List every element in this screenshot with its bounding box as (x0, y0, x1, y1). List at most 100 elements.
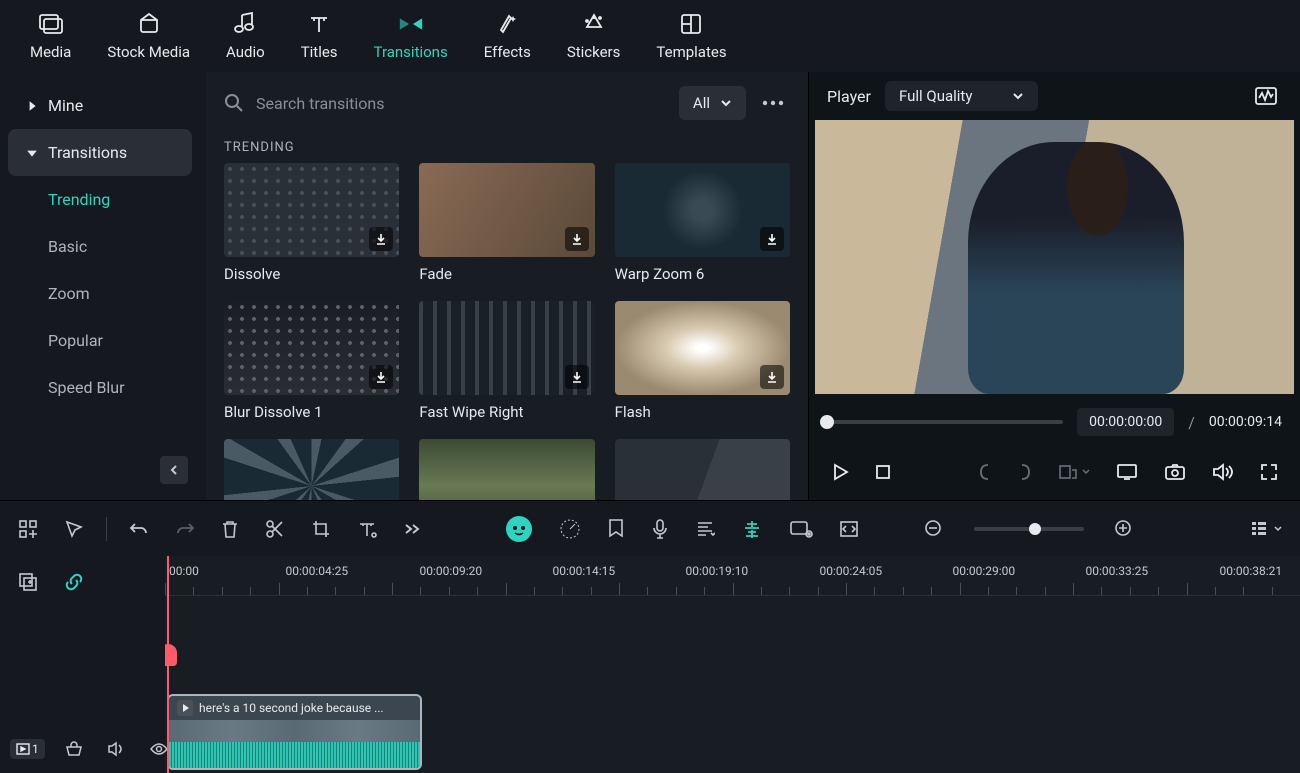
split-button[interactable] (261, 515, 289, 543)
transition-card[interactable]: Warp Zoom 6 (615, 163, 790, 283)
filter-label: All (693, 94, 710, 112)
delete-button[interactable] (217, 515, 243, 543)
mark-in-button[interactable] (974, 458, 996, 486)
crop-button[interactable] (307, 515, 335, 543)
video-track-badge[interactable]: 1 (10, 739, 45, 759)
fit-button[interactable] (835, 516, 863, 542)
ruler-tick: 00:00:04:25 (285, 564, 348, 578)
sidebar-mine[interactable]: Mine (8, 82, 192, 129)
timeline-left-panel: 1 (0, 556, 165, 773)
search-input[interactable] (256, 94, 669, 113)
transition-card[interactable] (615, 439, 790, 500)
link-button[interactable] (60, 568, 88, 596)
video-clip[interactable]: here's a 10 second joke because ... (167, 694, 422, 770)
volume-button[interactable] (1208, 459, 1238, 485)
tab-stock-media[interactable]: Stock Media (89, 0, 208, 72)
titles-icon (306, 11, 332, 37)
track-view-button[interactable] (1246, 516, 1286, 542)
more-options-button[interactable] (756, 94, 790, 112)
chevron-down-icon (1012, 92, 1024, 100)
ai-assistant-button[interactable] (501, 511, 537, 547)
scrub-row: 00:00:00:00 / 00:00:09:14 (809, 394, 1300, 450)
more-tools-button[interactable] (399, 518, 425, 540)
tab-effects[interactable]: Effects (466, 0, 549, 72)
timeline-tracks[interactable]: 00:00 00:00:04:25 00:00:09:20 00:00:14:1… (165, 556, 1300, 773)
transition-card[interactable]: Fast Wipe Right (419, 301, 594, 421)
tab-label: Titles (301, 43, 338, 61)
sidebar-label: Mine (48, 96, 83, 115)
zoom-slider[interactable] (974, 527, 1084, 531)
render-button[interactable] (737, 514, 767, 544)
waveform-icon (1254, 86, 1278, 106)
zoom-out-button[interactable] (920, 515, 948, 543)
transition-card[interactable]: Blur Dissolve 1 (224, 301, 399, 421)
sidebar-item-trending[interactable]: Trending (8, 176, 192, 223)
sidebar-item-speed-blur[interactable]: Speed Blur (8, 364, 192, 411)
aspect-ratio-button[interactable] (1054, 460, 1094, 484)
mark-out-button[interactable] (1014, 458, 1036, 486)
sidebar-item-zoom[interactable]: Zoom (8, 270, 192, 317)
filter-dropdown[interactable]: All (679, 86, 746, 120)
tab-templates[interactable]: Templates (638, 0, 744, 72)
marker-button[interactable] (603, 514, 629, 544)
play-button[interactable] (827, 459, 853, 485)
chevron-right-icon (26, 100, 38, 112)
playhead[interactable] (167, 556, 169, 773)
transition-card[interactable] (224, 439, 399, 500)
section-title: TRENDING (224, 130, 790, 163)
audio-icon (232, 11, 258, 37)
undo-button[interactable] (125, 517, 153, 541)
lock-track-button[interactable] (61, 737, 87, 761)
download-icon (760, 227, 784, 251)
tab-transitions[interactable]: Transitions (356, 0, 466, 72)
more-horizontal-icon (762, 100, 784, 106)
transition-card[interactable]: Flash (615, 301, 790, 421)
tab-titles[interactable]: Titles (283, 0, 356, 72)
selection-tool-button[interactable] (60, 515, 88, 543)
duplicate-button[interactable] (14, 568, 42, 596)
waveform-monitor-button[interactable] (1250, 82, 1282, 110)
transition-card[interactable]: Fade (419, 163, 594, 283)
zoom-handle[interactable] (1029, 523, 1041, 535)
ruler-tick: 00:00:38:21 (1219, 564, 1282, 578)
tab-label: Media (30, 43, 71, 61)
scrub-bar[interactable] (827, 420, 1063, 424)
sidebar-transitions[interactable]: Transitions (8, 129, 192, 176)
snapshot-button[interactable] (1160, 459, 1190, 485)
quality-value: Full Quality (899, 87, 972, 105)
sidebar-item-label: Zoom (48, 284, 90, 303)
card-label: Flash (615, 403, 790, 421)
text-button[interactable] (353, 516, 381, 542)
transition-grid: Dissolve Fade Warp Zoom 6 Blur Dissolve … (224, 163, 790, 500)
add-track-button[interactable] (14, 515, 42, 543)
speed-button[interactable] (555, 514, 585, 544)
stop-button[interactable] (871, 460, 895, 484)
tab-stickers[interactable]: Stickers (549, 0, 639, 72)
timeline-ruler[interactable]: 00:00 00:00:04:25 00:00:09:20 00:00:14:1… (165, 556, 1300, 596)
display-button[interactable] (1112, 459, 1142, 485)
transitions-icon (398, 11, 424, 37)
sidebar-item-basic[interactable]: Basic (8, 223, 192, 270)
download-icon (369, 365, 393, 389)
audio-sync-button[interactable] (691, 515, 719, 543)
scrub-handle[interactable] (820, 415, 834, 429)
video-preview[interactable] (815, 120, 1294, 394)
tab-media[interactable]: Media (12, 0, 89, 72)
voiceover-button[interactable] (647, 514, 673, 544)
timeline: 1 00:00 00:00:04:25 00:00:09:20 00:00:14… (0, 556, 1300, 773)
fullscreen-button[interactable] (1256, 459, 1282, 485)
chevron-left-icon (169, 464, 179, 476)
search-icon (224, 93, 244, 113)
transition-card[interactable] (419, 439, 594, 500)
ruler-tick: 00:00:09:20 (419, 564, 482, 578)
media-icon (38, 11, 64, 37)
mute-track-button[interactable] (103, 737, 129, 761)
transition-card[interactable]: Dissolve (224, 163, 399, 283)
sidebar-item-popular[interactable]: Popular (8, 317, 192, 364)
zoom-in-button[interactable] (1110, 515, 1138, 543)
keyframe-button[interactable] (785, 515, 817, 543)
collapse-sidebar-button[interactable] (160, 456, 188, 484)
quality-dropdown[interactable]: Full Quality (885, 81, 1038, 111)
redo-button[interactable] (171, 517, 199, 541)
tab-audio[interactable]: Audio (208, 0, 283, 72)
